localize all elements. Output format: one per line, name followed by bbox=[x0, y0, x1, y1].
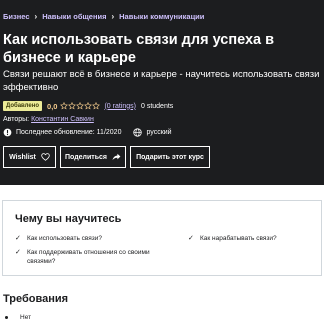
rating-row: Добавлено 0,0 (0 ratings) 0 students bbox=[3, 101, 173, 111]
star-outline-icon bbox=[92, 102, 101, 110]
wishlist-button[interactable]: Wishlist bbox=[3, 146, 56, 168]
wishlist-label: Wishlist bbox=[9, 153, 36, 161]
course-meta: Последнее обновление: 11/2020 русский bbox=[3, 128, 172, 137]
share-label: Поделиться bbox=[64, 153, 107, 161]
chevron-right-icon: › bbox=[34, 12, 38, 21]
students-count: 0 students bbox=[140, 102, 174, 110]
ratings-count-link[interactable]: (0 ratings) bbox=[104, 103, 136, 110]
what-you-learn-title: Чему вы научитесь bbox=[15, 213, 122, 225]
rating-stars bbox=[60, 102, 101, 110]
gift-course-button[interactable]: Подарить этот курс bbox=[130, 146, 210, 168]
status-badge: Добавлено bbox=[3, 101, 43, 111]
breadcrumb-link-business[interactable]: Бизнес bbox=[3, 12, 30, 21]
chevron-right-icon: › bbox=[111, 12, 115, 21]
course-header: Бизнес › Навыки общения › Навыки коммуни… bbox=[0, 0, 324, 185]
learn-item-text: Как поддерживать отношения со своими свя… bbox=[27, 249, 150, 265]
breadcrumb-link-communication-skills[interactable]: Навыки общения bbox=[42, 12, 106, 21]
breadcrumb: Бизнес › Навыки общения › Навыки коммуни… bbox=[3, 12, 204, 21]
star-outline-icon bbox=[84, 102, 93, 110]
requirements-title: Требования bbox=[3, 293, 69, 305]
rating-score: 0,0 bbox=[47, 101, 58, 111]
breadcrumb-link-communication[interactable]: Навыки коммуникации bbox=[119, 12, 204, 21]
learn-item: ✓ Как поддерживать отношения со своими с… bbox=[15, 248, 175, 266]
star-outline-icon bbox=[76, 102, 85, 110]
course-subtitle: Связи решают всё в бизнесе и карьере - н… bbox=[3, 69, 320, 93]
author-link[interactable]: Константин Савкин bbox=[31, 116, 94, 123]
learn-item-text: Как использовать связи? bbox=[27, 235, 103, 242]
last-updated: Последнее обновление: 11/2020 bbox=[16, 129, 122, 136]
what-you-learn-box: Чему вы научитесь ✓ Как использовать свя… bbox=[2, 200, 322, 276]
learn-item-text: Как нарабатывать связи? bbox=[200, 235, 277, 242]
learn-item: ✓ Как использовать связи? bbox=[15, 234, 165, 243]
globe-icon bbox=[133, 128, 143, 137]
course-title: Как использовать связи для успеха в бизн… bbox=[3, 32, 275, 66]
learn-item: ✓ Как нарабатывать связи? bbox=[188, 234, 318, 243]
share-button[interactable]: Поделиться bbox=[60, 146, 126, 168]
check-icon: ✓ bbox=[15, 235, 21, 242]
bullet-icon bbox=[5, 316, 8, 319]
check-icon: ✓ bbox=[15, 249, 21, 256]
course-language: русский bbox=[146, 129, 172, 136]
alert-icon bbox=[3, 128, 12, 137]
heart-icon bbox=[41, 153, 50, 161]
share-arrow-icon bbox=[112, 153, 121, 161]
authors-line: Авторы: Константин Савкин bbox=[3, 116, 94, 123]
authors-label: Авторы: bbox=[3, 116, 30, 123]
star-outline-icon bbox=[60, 102, 69, 110]
check-icon: ✓ bbox=[188, 235, 194, 242]
requirement-text: Нет bbox=[20, 314, 32, 321]
requirement-item: Нет bbox=[5, 314, 31, 321]
star-outline-icon bbox=[68, 102, 77, 110]
